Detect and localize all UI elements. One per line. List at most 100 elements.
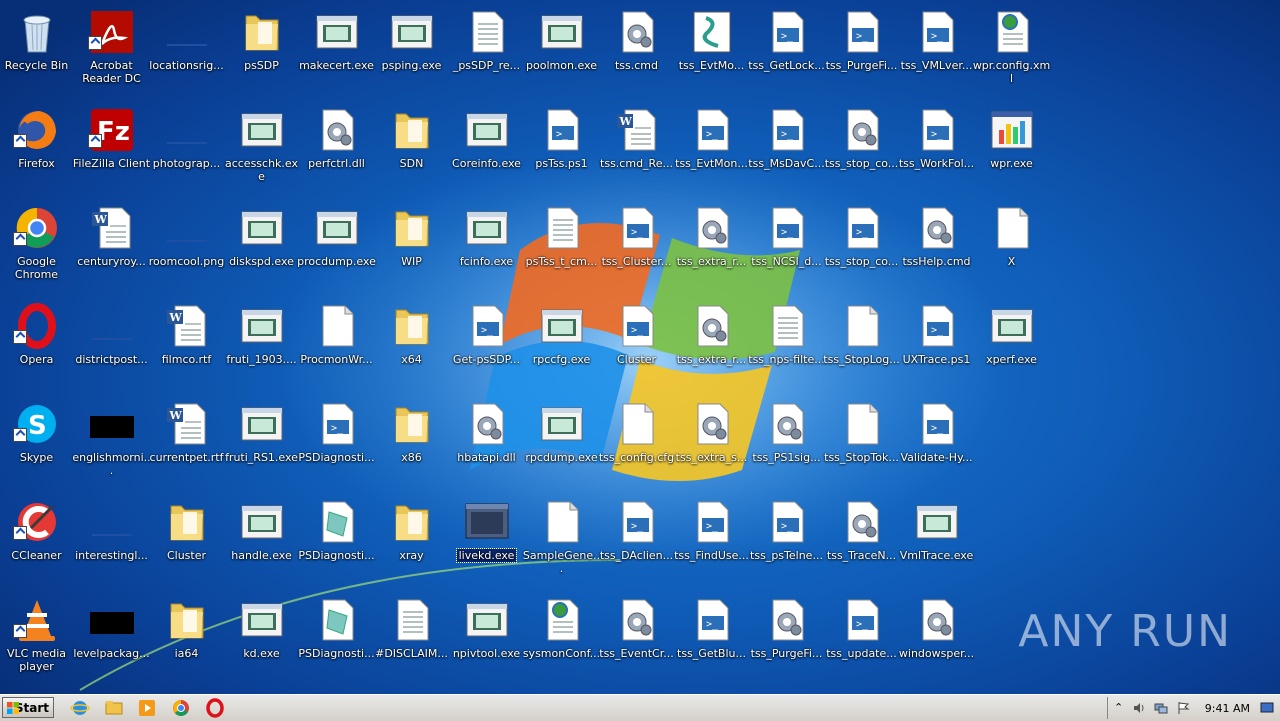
desktop-icon-tss-purgefi[interactable]: >_ tss_PurgeFi... [824,2,899,98]
desktop-icon-skype[interactable]: S Skype [0,394,74,490]
desktop-icon-rpccfg-exe[interactable]: rpccfg.exe [524,296,599,392]
desktop-icon-tss-cmd-re[interactable]: Wtss.cmd_Re... [599,100,674,196]
desktop-icon-livekd-exe[interactable]: livekd.exe [449,492,524,588]
desktop[interactable]: Recycle Bin Acrobat Reader DC locationsrig… [0,0,1280,694]
desktop-icon-pssdp[interactable]: psSDP [224,2,299,98]
desktop-icon-acrobat-reader-dc[interactable]: Acrobat Reader DC [74,2,149,98]
desktop-icon-pstss-ps1[interactable]: >_ psTss.ps1 [524,100,599,196]
desktop-icon-tss-purgefi[interactable]: tss_PurgeFi... [749,590,824,686]
show-desktop-icon[interactable] [1260,701,1274,715]
desktop-icon-x86[interactable]: x86 [374,394,449,490]
desktop-icon-psdiagnosti[interactable]: PSDiagnosti... [298,492,375,588]
desktop-icon-pstss-t-cm[interactable]: psTss_t_cm... [524,198,599,294]
desktop-icon-interestingl[interactable]: interestingl... [74,492,149,588]
desktop-icon-sdn[interactable]: SDN [374,100,449,196]
desktop-icon-xperf-exe[interactable]: xperf.exe [974,296,1049,392]
desktop-icon-perfctrl-dll[interactable]: perfctrl.dll [299,100,374,196]
desktop-icon-wpr-exe[interactable]: wpr.exe [974,100,1049,196]
media-player-icon[interactable] [137,698,157,718]
explorer-icon[interactable] [104,698,124,718]
desktop-icon-tss-config-cfg[interactable]: tss_config.cfg [599,394,674,490]
opera-icon[interactable] [205,698,225,718]
desktop-icon-roomcool-png[interactable]: roomcool.png [149,198,224,294]
desktop-icon-fcinfo-exe[interactable]: fcinfo.exe [449,198,524,294]
desktop-icon-kd-exe[interactable]: kd.exe [224,590,299,686]
desktop-icon-accesschk-exe[interactable]: accesschk.exe [224,100,299,196]
desktop-icon-sysmonconf[interactable]: sysmonConf... [523,590,600,686]
desktop-icon-tss-daclien[interactable]: >_ tss_DAclien... [599,492,674,588]
desktop-icon-tss-msdavc[interactable]: >_ tss_MsDavC... [748,100,825,196]
desktop-icon-pssdp-re[interactable]: _psSDP_re... [449,2,524,98]
desktop-icon-samplegene[interactable]: SampleGene... [523,492,600,588]
desktop-icon-firefox[interactable]: Firefox [0,100,74,196]
desktop-icon-ia64[interactable]: ia64 [149,590,224,686]
desktop-icon-uxtrace-ps1[interactable]: >_ UXTrace.ps1 [899,296,974,392]
desktop-icon-tss-cluster[interactable]: >_ tss_Cluster... [599,198,674,294]
desktop-icon-ccleaner[interactable]: CCleaner [0,492,74,588]
desktop-icon-tss-vmlver[interactable]: >_ tss_VMLver... [899,2,974,98]
desktop-icon-tss-update[interactable]: >_ tss_update... [824,590,899,686]
desktop-icon-tss-stoptok[interactable]: tss_StopTok... [824,394,899,490]
desktop-icon-validate-hy[interactable]: >_ Validate-Hy... [899,394,974,490]
network-icon[interactable] [1154,701,1168,715]
desktop-icon-cluster[interactable]: Cluster [149,492,224,588]
desktop-icon-tss-finduse[interactable]: >_ tss_FindUse... [674,492,749,588]
start-button[interactable]: Start [2,697,54,718]
desktop-icon-tss-cmd[interactable]: tss.cmd [599,2,674,98]
ie-icon[interactable] [70,698,90,718]
action-center-flag-icon[interactable] [1176,701,1190,715]
desktop-icon-currentpet-rtf[interactable]: Wcurrentpet.rtf [149,394,224,490]
desktop-icon-photograp[interactable]: photograp... [149,100,224,196]
desktop-icon-tss-evtmo[interactable]: tss_EvtMo... [674,2,749,98]
desktop-icon-tss-ps1sig[interactable]: tss_PS1sig... [749,394,824,490]
desktop-icon-coreinfo-exe[interactable]: Coreinfo.exe [449,100,524,196]
desktop-icon-filmco-rtf[interactable]: Wfilmco.rtf [149,296,224,392]
desktop-icon-wip[interactable]: WIP [374,198,449,294]
desktop-icon-hbatapi-dll[interactable]: hbatapi.dll [449,394,524,490]
desktop-icon-tss-getlock[interactable]: >_ tss_GetLock... [748,2,825,98]
desktop-icon-cluster[interactable]: >_ Cluster [599,296,674,392]
show-hidden-icons-icon[interactable]: ⌃ [1114,701,1128,715]
desktop-icon-tss-pstelne[interactable]: >_ tss_psTelne... [749,492,824,588]
desktop-icon-disclaim[interactable]: #DISCLAIM... [374,590,449,686]
desktop-icon-englishmorni[interactable]: englishmorni... [72,394,151,490]
desktop-icon-x[interactable]: X [974,198,1049,294]
desktop-icon-tss-workfol[interactable]: >_ tss_WorkFol... [899,100,974,196]
desktop-icon-wpr-config-xml[interactable]: wpr.config.xml [973,2,1050,98]
desktop-icon-poolmon-exe[interactable]: poolmon.exe [524,2,599,98]
desktop-icon-psping-exe[interactable]: psping.exe [374,2,449,98]
desktop-icon-vlc-media-player[interactable]: VLC media player [0,590,74,686]
desktop-icon-tss-evtmon[interactable]: >_ tss_EvtMon... [674,100,749,196]
desktop-icon-filezilla-client[interactable]: Fz FileZilla Client [73,100,150,196]
desktop-icon-tss-stoplog[interactable]: tss_StopLog... [823,296,900,392]
desktop-icon-tss-extra-s[interactable]: tss_extra_s... [674,394,749,490]
desktop-icon-tss-getblu[interactable]: >_ tss_GetBlu... [674,590,749,686]
desktop-icon-vmltrace-exe[interactable]: VmlTrace.exe [899,492,974,588]
desktop-icon-fruti-1903[interactable]: fruti_1903.... [224,296,299,392]
desktop-icon-google-chrome[interactable]: Google Chrome [0,198,74,294]
desktop-icon-tss-ncsi-d[interactable]: >_ tss_NCSI_d... [749,198,824,294]
desktop-icon-makecert-exe[interactable]: makecert.exe [299,2,374,98]
desktop-icon-xray[interactable]: xray [374,492,449,588]
desktop-icon-diskspd-exe[interactable]: diskspd.exe [224,198,299,294]
chrome-icon[interactable] [171,698,191,718]
desktop-icon-handle-exe[interactable]: handle.exe [224,492,299,588]
desktop-icon-x64[interactable]: x64 [374,296,449,392]
desktop-icon-psdiagnosti[interactable]: PSDiagnosti... [298,590,375,686]
volume-icon[interactable] [1132,701,1146,715]
desktop-icon-tsshelp-cmd[interactable]: tssHelp.cmd [899,198,974,294]
desktop-icon-levelpackag[interactable]: levelpackag... [73,590,150,686]
desktop-icon-procdump-exe[interactable]: procdump.exe [297,198,376,294]
desktop-icon-psdiagnosti[interactable]: >_ PSDiagnosti... [298,394,375,490]
desktop-icon-recycle-bin[interactable]: Recycle Bin [0,2,74,98]
desktop-icon-tss-tracen[interactable]: tss_TraceN... [824,492,899,588]
desktop-icon-procmonwr[interactable]: ProcmonWr... [299,296,374,392]
desktop-icon-districtpost[interactable]: districtpost... [74,296,149,392]
desktop-icon-tss-stop-co[interactable]: tss_stop_co... [824,100,899,196]
desktop-icon-tss-extra-r[interactable]: tss_extra_r... [674,198,749,294]
desktop-icon-windowsper[interactable]: windowsper... [899,590,974,686]
desktop-icon-rpcdump-exe[interactable]: rpcdump.exe [524,394,599,490]
desktop-icon-tss-eventcr[interactable]: tss_EventCr... [599,590,674,686]
desktop-icon-fruti-rs1-exe[interactable]: fruti_RS1.exe [224,394,299,490]
desktop-icon-tss-stop-co[interactable]: >_ tss_stop_co... [824,198,899,294]
